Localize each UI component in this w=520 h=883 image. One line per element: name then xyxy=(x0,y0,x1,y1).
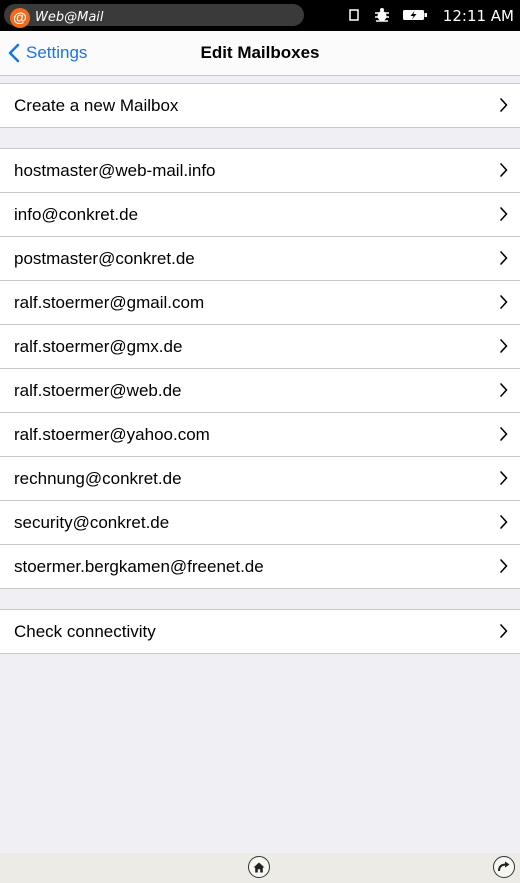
mailbox-row[interactable]: info@conkret.de xyxy=(0,192,520,236)
create-mailbox-row[interactable]: Create a new Mailbox xyxy=(0,84,520,127)
mailbox-row[interactable]: postmaster@conkret.de xyxy=(0,236,520,280)
chevron-right-icon xyxy=(500,515,508,529)
mailbox-row[interactable]: ralf.stoermer@yahoo.com xyxy=(0,412,520,456)
bottom-toolbar xyxy=(0,853,520,883)
chevron-right-icon xyxy=(500,624,508,638)
mailbox-address: rechnung@conkret.de xyxy=(14,468,182,488)
mailbox-address: security@conkret.de xyxy=(14,512,170,532)
back-button-label: Settings xyxy=(26,43,88,62)
mailbox-row[interactable]: hostmaster@web-mail.info xyxy=(0,149,520,192)
mailbox-address: ralf.stoermer@gmail.com xyxy=(14,292,205,312)
chevron-right-icon xyxy=(500,339,508,353)
bug-icon xyxy=(374,8,389,22)
clock: 12:11 AM xyxy=(442,7,514,25)
status-bar: @ Web@Mail 12:11 AM xyxy=(0,0,520,31)
chevron-right-icon xyxy=(500,295,508,309)
check-connectivity-group: Check connectivity xyxy=(0,609,520,654)
navigation-bar: Edit Mailboxes Settings xyxy=(0,31,520,76)
status-icons xyxy=(341,8,428,24)
mailbox-row[interactable]: ralf.stoermer@gmx.de xyxy=(0,324,520,368)
mailbox-list: hostmaster@web-mail.info info@conkret.de p… xyxy=(0,148,520,589)
mailbox-address: info@conkret.de xyxy=(14,204,139,224)
chevron-right-icon xyxy=(500,207,508,221)
chevron-right-icon xyxy=(500,251,508,265)
mailbox-address: stoermer.bergkamen@freenet.de xyxy=(14,556,264,576)
app-icon: @ xyxy=(10,8,30,28)
mailbox-address: ralf.stoermer@yahoo.com xyxy=(14,424,210,444)
back-button[interactable]: Settings xyxy=(8,31,87,75)
app-switcher-pill[interactable]: @ Web@Mail xyxy=(4,4,304,28)
forward-icon xyxy=(498,861,510,872)
chevron-right-icon xyxy=(500,559,508,573)
chevron-right-icon xyxy=(500,383,508,397)
mailbox-row[interactable]: ralf.stoermer@web.de xyxy=(0,368,520,412)
mailbox-row[interactable]: ralf.stoermer@gmail.com xyxy=(0,280,520,324)
create-mailbox-group: Create a new Mailbox xyxy=(0,83,520,128)
create-mailbox-label: Create a new Mailbox xyxy=(14,95,179,115)
mailbox-address: ralf.stoermer@web.de xyxy=(14,380,182,400)
battery-charging-icon xyxy=(403,10,427,20)
app-name: Web@Mail xyxy=(35,10,104,25)
home-icon xyxy=(253,862,265,872)
mailbox-address: ralf.stoermer@gmx.de xyxy=(14,336,183,356)
mailbox-address: postmaster@conkret.de xyxy=(14,248,195,268)
chevron-left-icon xyxy=(8,43,20,63)
home-button[interactable] xyxy=(248,856,270,878)
chevron-right-icon xyxy=(500,471,508,485)
chevron-right-icon xyxy=(500,98,508,112)
forward-button[interactable] xyxy=(493,856,515,878)
check-connectivity-label: Check connectivity xyxy=(14,621,156,641)
chevron-right-icon xyxy=(500,427,508,441)
mailbox-row[interactable]: stoermer.bergkamen@freenet.de xyxy=(0,544,520,588)
check-connectivity-row[interactable]: Check connectivity xyxy=(0,610,520,653)
screen-icon xyxy=(349,9,359,21)
mailbox-row[interactable]: rechnung@conkret.de xyxy=(0,456,520,500)
mailbox-row[interactable]: security@conkret.de xyxy=(0,500,520,544)
chevron-right-icon xyxy=(500,163,508,177)
mailbox-address: hostmaster@web-mail.info xyxy=(14,160,216,180)
